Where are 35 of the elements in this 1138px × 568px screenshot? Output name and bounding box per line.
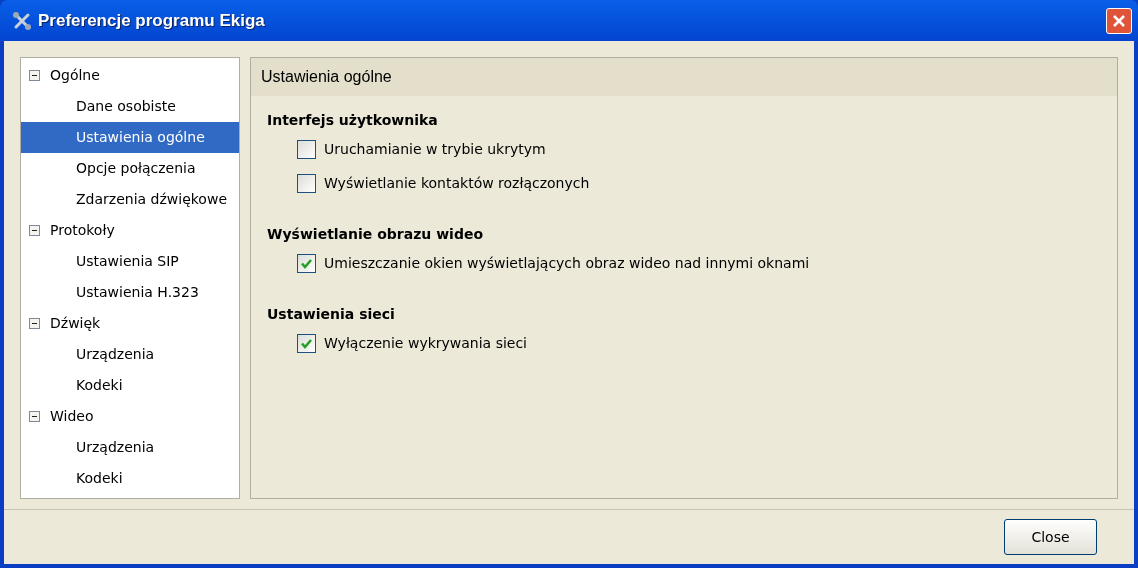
tree-item[interactable]: Urządzenia — [21, 432, 239, 463]
section-heading: Ustawienia sieci — [267, 304, 396, 324]
checkbox-label[interactable]: Wyłączenie wykrywania sieci — [324, 332, 527, 354]
section-heading: Wyświetlanie obrazu wideo — [267, 224, 485, 244]
tree-item[interactable]: Ustawienia ogólne — [21, 122, 239, 153]
tree-item[interactable]: Ustawienia H.323 — [21, 277, 239, 308]
checkbox[interactable] — [297, 333, 316, 353]
close-dialog-button[interactable]: Close — [1004, 519, 1097, 555]
tree-item[interactable]: Opcje połączenia — [21, 153, 239, 184]
checkbox-label[interactable]: Wyświetlanie kontaktów rozłączonych — [324, 172, 590, 194]
tree-item[interactable]: Kodeki — [21, 370, 239, 401]
tree-group-label[interactable]: Wideo — [50, 406, 94, 427]
close-button[interactable] — [1106, 7, 1132, 34]
window-title: Preferencje programu Ekiga — [38, 9, 265, 32]
tree-item[interactable]: Zdarzenia dźwiękowe — [21, 184, 239, 215]
checkbox[interactable] — [297, 253, 316, 273]
tree-item[interactable]: Kodeki — [21, 463, 239, 494]
section-heading: Interfejs użytkownika — [267, 110, 439, 130]
checkbox-label[interactable]: Umieszczanie okien wyświetlających obraz wideo nad innymi oknami — [324, 252, 810, 274]
panel-title: Ustawienia ogólne — [261, 67, 392, 87]
checkbox[interactable] — [297, 139, 316, 159]
collapse-icon[interactable] — [29, 411, 40, 422]
tree-item[interactable]: Dane osobiste — [21, 91, 239, 122]
tree-item[interactable]: Ustawienia SIP — [21, 246, 239, 277]
tree-group-label[interactable]: Protokoły — [50, 220, 115, 241]
tree-group-label[interactable]: Ogólne — [50, 65, 100, 86]
collapse-icon[interactable] — [29, 225, 40, 236]
tree-group-label[interactable]: Dźwięk — [50, 313, 101, 334]
tree-item[interactable]: Urządzenia — [21, 339, 239, 370]
close-icon — [1112, 13, 1126, 28]
checkbox[interactable] — [297, 173, 316, 193]
tools-icon — [12, 10, 32, 31]
collapse-icon[interactable] — [29, 70, 40, 81]
collapse-icon[interactable] — [29, 318, 40, 329]
checkbox-label[interactable]: Uruchamianie w trybie ukrytym — [324, 138, 546, 160]
